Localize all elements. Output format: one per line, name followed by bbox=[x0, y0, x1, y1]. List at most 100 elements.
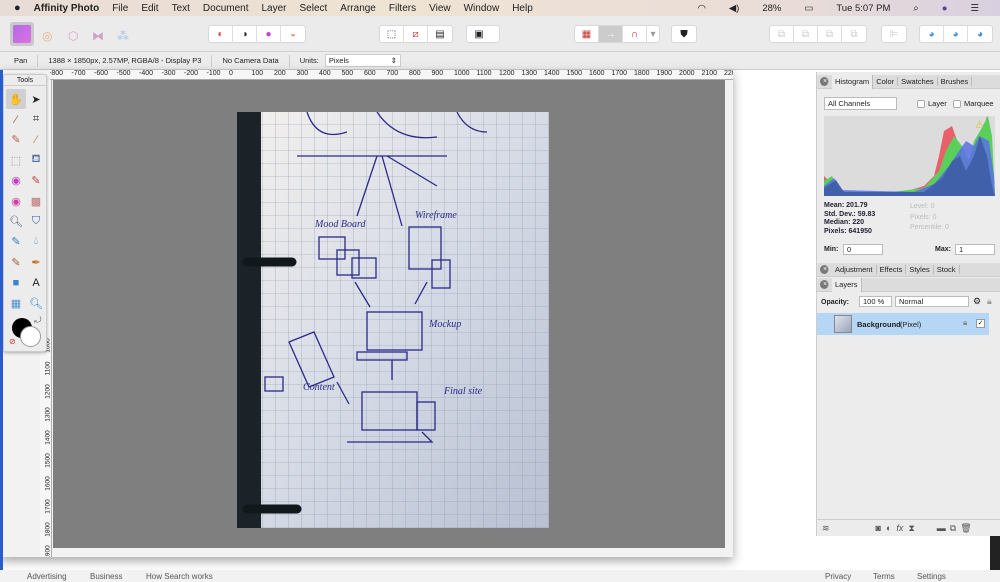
gear-icon[interactable]: ⚙ bbox=[973, 296, 981, 307]
layer-lock-icon[interactable]: 🔒︎ bbox=[963, 318, 967, 328]
battery-icon[interactable]: ▭ bbox=[804, 3, 813, 14]
move-tool-icon[interactable]: ➤ bbox=[26, 89, 46, 109]
tab-styles[interactable]: Styles bbox=[906, 265, 934, 274]
deselect-icon[interactable]: ⧄ bbox=[404, 26, 428, 42]
tab-color[interactable]: Color bbox=[873, 77, 899, 86]
intersect-icon[interactable]: ◕ bbox=[968, 26, 992, 42]
canvas[interactable]: Mood Board Wireframe Mockup Content Fina… bbox=[53, 80, 725, 548]
tab-stock[interactable]: Stock bbox=[934, 265, 960, 274]
tab-layers[interactable]: Layers bbox=[832, 277, 862, 292]
footer-link-how-search-works[interactable]: How Search works bbox=[146, 572, 213, 581]
pen-tool-icon[interactable]: ✒ bbox=[26, 252, 46, 272]
menu-filters[interactable]: Filters bbox=[389, 3, 416, 14]
mask-icon[interactable]: ◙ bbox=[876, 523, 881, 533]
menu-text[interactable]: Text bbox=[172, 3, 190, 14]
horizontal-ruler[interactable]: -800 -700 -600 -500 -400 -300 -200 -100 0 100 200 3… bbox=[50, 70, 733, 80]
volume-icon[interactable]: ◀) bbox=[729, 3, 739, 14]
move-backward-icon[interactable]: ⧉ bbox=[794, 26, 818, 42]
mixer-brush-icon[interactable]: ◉ bbox=[6, 191, 26, 211]
live-filter-icon[interactable]: ⧗ bbox=[908, 523, 914, 534]
tab-adjustment[interactable]: Adjustment bbox=[832, 265, 877, 274]
close-icon[interactable]: × bbox=[820, 77, 829, 86]
fx-icon[interactable]: fx bbox=[896, 523, 903, 533]
swap-colors-icon[interactable]: ⤾ bbox=[34, 315, 42, 326]
contrast-icon[interactable]: ◑ bbox=[233, 26, 257, 42]
crop-tool-icon[interactable]: ⌗ bbox=[26, 109, 46, 129]
battery-percent[interactable]: 28% bbox=[762, 3, 781, 14]
menu-select[interactable]: Select bbox=[300, 3, 328, 14]
no-color-icon[interactable]: ⊘ bbox=[9, 337, 16, 346]
close-icon[interactable]: × bbox=[820, 265, 829, 274]
clock[interactable]: Tue 5:07 PM bbox=[836, 3, 890, 14]
footer-link-settings[interactable]: Settings bbox=[917, 572, 946, 581]
invert-selection-icon[interactable]: ▤ bbox=[428, 26, 452, 42]
marquee-tool-icon[interactable]: ⬚ bbox=[6, 150, 26, 170]
menu-help[interactable]: Help bbox=[512, 3, 533, 14]
layer-visibility-checkbox[interactable]: ✓ bbox=[976, 319, 985, 328]
tonemap-persona-button[interactable]: ⧓ bbox=[92, 29, 104, 43]
move-forward-icon[interactable]: ⧉ bbox=[818, 26, 842, 42]
group-icon[interactable]: ▬ bbox=[937, 523, 946, 533]
levels-icon[interactable]: ◐ bbox=[209, 26, 233, 42]
selection-brush-icon[interactable]: ✎ bbox=[6, 130, 26, 150]
siri-icon[interactable]: ● bbox=[942, 3, 948, 14]
marquee-icon[interactable]: ⬚ bbox=[380, 26, 404, 42]
white-balance-icon[interactable]: ◒ bbox=[281, 26, 305, 42]
opacity-input[interactable]: 100 % bbox=[859, 296, 892, 307]
photo-persona-button[interactable] bbox=[10, 22, 34, 46]
checkbox[interactable] bbox=[953, 100, 961, 109]
layer-checkbox[interactable]: Layer bbox=[917, 99, 947, 109]
lock-icon[interactable]: 🔒︎ bbox=[987, 296, 992, 307]
tab-effects[interactable]: Effects bbox=[877, 265, 907, 274]
wifi-icon[interactable]: ◠ bbox=[698, 3, 706, 14]
menu-document[interactable]: Document bbox=[203, 3, 249, 14]
develop-persona-button[interactable]: ⬡ bbox=[68, 29, 78, 43]
checkbox[interactable] bbox=[917, 100, 925, 109]
marquee-checkbox[interactable]: Marquee bbox=[953, 99, 994, 109]
menu-layer[interactable]: Layer bbox=[261, 3, 286, 14]
erase-brush-icon[interactable]: ▩ bbox=[26, 191, 46, 211]
arrow-icon[interactable]: → bbox=[599, 26, 623, 42]
delete-icon[interactable]: 🗑︎ bbox=[960, 523, 971, 534]
tab-brushes[interactable]: Brushes bbox=[938, 77, 973, 86]
adjustment-icon[interactable]: ◐ bbox=[886, 523, 891, 533]
smudge-icon[interactable]: ✎ bbox=[6, 252, 26, 272]
export-persona-button[interactable]: ⁂ bbox=[117, 29, 129, 43]
min-input[interactable]: 0 bbox=[843, 244, 883, 255]
mesh-warp-icon[interactable]: ▦ bbox=[6, 293, 26, 313]
notification-icon[interactable]: ☰ bbox=[970, 3, 979, 14]
pan-tool-icon[interactable]: ✋ bbox=[6, 89, 26, 110]
clone-stamp-icon[interactable]: ⛉ bbox=[26, 211, 46, 231]
footer-link-advertising[interactable]: Advertising bbox=[27, 572, 67, 581]
layer-row-background[interactable]: Background (Pixel) 🔒︎ ✓ bbox=[817, 313, 989, 335]
menu-edit[interactable]: Edit bbox=[141, 3, 158, 14]
healing-brush-icon[interactable]: ✎ bbox=[6, 232, 26, 252]
color-picker-icon[interactable]: ⁄ bbox=[6, 109, 26, 129]
quickmask-icon[interactable]: ▣ bbox=[467, 26, 491, 42]
tab-swatches[interactable]: Swatches bbox=[898, 77, 938, 86]
chevron-down-icon[interactable]: ▾ bbox=[647, 26, 659, 42]
add-layer-icon[interactable]: ⧉ bbox=[950, 523, 956, 534]
color-replace-icon[interactable]: ◉ bbox=[6, 171, 26, 191]
blur-icon[interactable]: 💧︎ bbox=[26, 232, 46, 252]
rectangle-tool-icon[interactable]: ■ bbox=[6, 273, 26, 293]
footer-link-terms[interactable]: Terms bbox=[873, 572, 895, 581]
magnet-icon[interactable]: ∩ bbox=[623, 26, 647, 42]
menu-view[interactable]: View bbox=[429, 3, 451, 14]
paint-brush-icon[interactable]: ✎ bbox=[26, 171, 46, 191]
move-front-icon[interactable]: ⧉ bbox=[842, 26, 866, 42]
liquify-persona-button[interactable]: ◎ bbox=[42, 29, 52, 43]
footer-link-privacy[interactable]: Privacy bbox=[825, 572, 851, 581]
magic-wand-icon[interactable]: ⁄ bbox=[26, 130, 46, 150]
background-color-swatch[interactable] bbox=[20, 326, 41, 347]
zoom-tool-icon[interactable]: 🔍︎ bbox=[26, 293, 46, 313]
assistant-icon[interactable]: ⛊ bbox=[672, 26, 696, 42]
footer-link-business[interactable]: Business bbox=[90, 572, 122, 581]
text-tool-icon[interactable]: A bbox=[26, 273, 46, 293]
dodge-icon[interactable]: 🔍︎ bbox=[6, 211, 26, 231]
search-icon[interactable]: ⌕ bbox=[913, 3, 918, 14]
flood-fill-icon[interactable]: ⛾ bbox=[26, 150, 46, 170]
menu-arrange[interactable]: Arrange bbox=[340, 3, 376, 14]
blend-mode-select[interactable]: Normal bbox=[895, 296, 969, 307]
max-input[interactable]: 1 bbox=[955, 244, 995, 255]
